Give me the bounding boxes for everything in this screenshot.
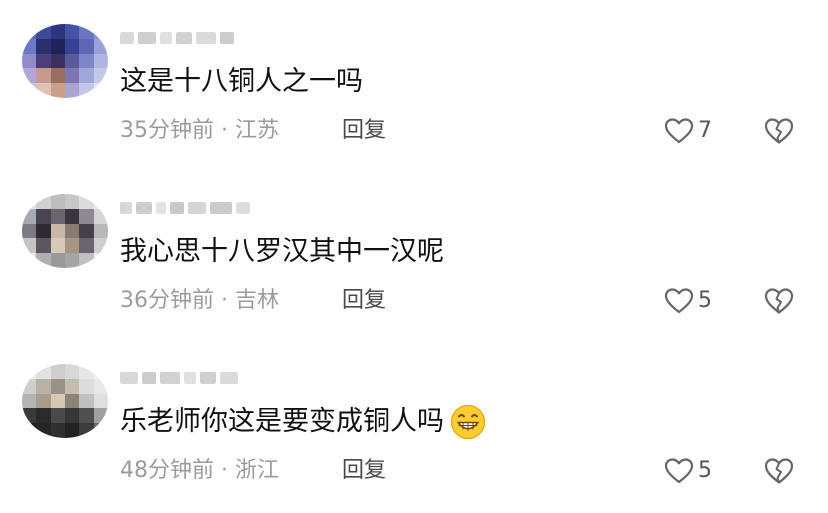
comment-time: 48分钟前 (120, 458, 214, 483)
like-count: 7 (698, 118, 712, 143)
comment-item-3: 乐老师你这是要变成铜人吗 48分钟前 · 浙江 回复 5 (0, 340, 828, 510)
comment-text-content: 乐老师你这是要变成铜人吗 (120, 406, 444, 437)
reply-button[interactable]: 回复 (342, 285, 386, 317)
comment-time: 36分钟前 (120, 288, 214, 313)
meta-separator: · (214, 288, 235, 313)
comment-meta: 36分钟前 · 吉林 (120, 285, 279, 317)
comment-text: 我心思十八罗汉其中一汉呢 (120, 232, 444, 272)
grinning-face-emoji-icon (450, 404, 486, 440)
like-count: 5 (698, 288, 712, 313)
comment-location: 吉林 (234, 288, 279, 313)
dislike-button[interactable] (764, 116, 794, 146)
comment-meta: 35分钟前 · 江苏 (120, 115, 279, 147)
heart-outline-icon (664, 118, 694, 144)
broken-heart-icon (764, 118, 794, 144)
heart-outline-icon (664, 458, 694, 484)
meta-separator: · (214, 118, 235, 143)
broken-heart-icon (764, 288, 794, 314)
comment-time: 35分钟前 (120, 118, 214, 143)
avatar[interactable] (22, 24, 108, 98)
comment-location: 浙江 (234, 458, 279, 483)
avatar[interactable] (22, 194, 108, 268)
avatar[interactable] (22, 364, 108, 438)
like-button[interactable]: 7 (664, 115, 712, 147)
username-blurred[interactable] (120, 368, 238, 388)
meta-separator: · (214, 458, 235, 483)
comment-text-content: 我心思十八罗汉其中一汉呢 (120, 236, 444, 267)
comment-item-1: 这是十八铜人之一吗 35分钟前 · 江苏 回复 7 (0, 0, 828, 170)
comment-text: 乐老师你这是要变成铜人吗 (120, 402, 486, 442)
broken-heart-icon (764, 458, 794, 484)
reply-button[interactable]: 回复 (342, 455, 386, 487)
heart-outline-icon (664, 288, 694, 314)
dislike-button[interactable] (764, 286, 794, 316)
comment-item-2: 我心思十八罗汉其中一汉呢 36分钟前 · 吉林 回复 5 (0, 170, 828, 340)
like-button[interactable]: 5 (664, 455, 712, 487)
reply-button[interactable]: 回复 (342, 115, 386, 147)
comment-text-content: 这是十八铜人之一吗 (120, 66, 363, 97)
dislike-button[interactable] (764, 456, 794, 486)
like-count: 5 (698, 458, 712, 483)
like-button[interactable]: 5 (664, 285, 712, 317)
comment-meta: 48分钟前 · 浙江 (120, 455, 279, 487)
comment-text: 这是十八铜人之一吗 (120, 62, 363, 102)
comment-location: 江苏 (234, 118, 279, 143)
username-blurred[interactable] (120, 28, 234, 48)
username-blurred[interactable] (120, 198, 250, 218)
